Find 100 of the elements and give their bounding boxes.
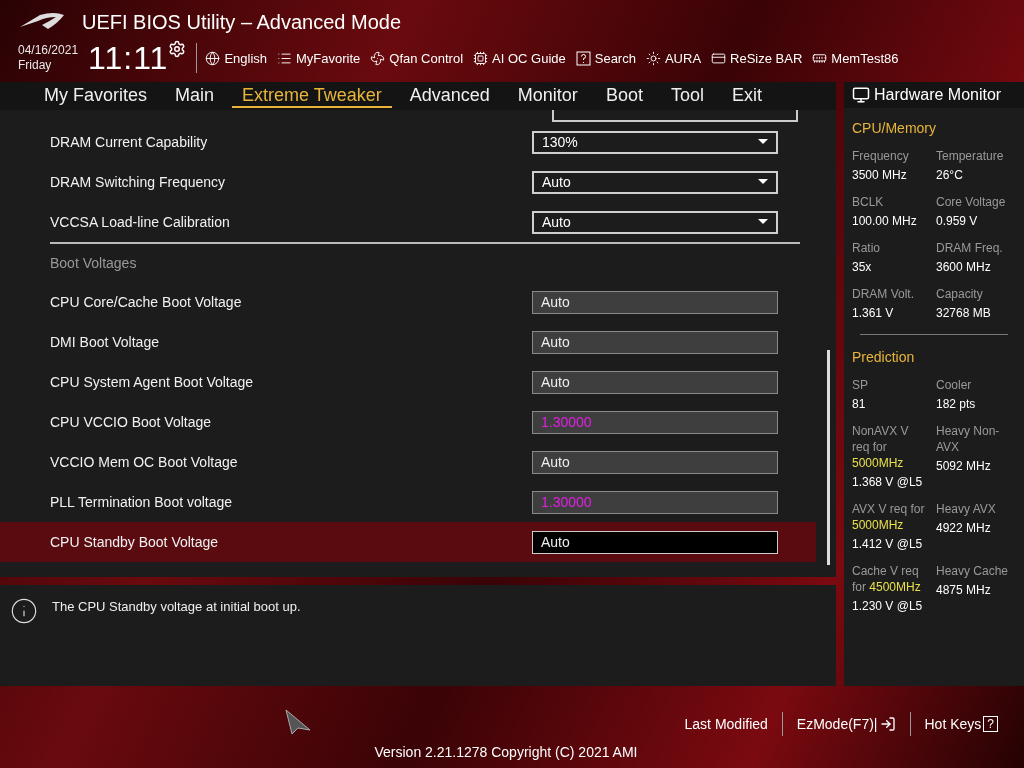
menu-tab[interactable]: Monitor	[507, 84, 588, 108]
stat-value: 0.959 V	[936, 214, 979, 228]
exit-icon	[879, 716, 896, 732]
menu-tab[interactable]: Advanced	[399, 84, 500, 108]
toolbar-button[interactable]: English	[205, 50, 268, 66]
info-icon	[10, 597, 38, 625]
setting-label: CPU System Agent Boot Voltage	[50, 374, 255, 390]
footer-link[interactable]: Last Modified	[670, 716, 782, 732]
settings-icon[interactable]	[168, 40, 187, 58]
toolbar-button[interactable]: MyFavorite	[277, 50, 361, 66]
dropdown-value: Auto	[542, 214, 571, 230]
version-text: Version 2.21.1278 Copyright (C) 2021 AMI	[374, 744, 638, 760]
stat-value: 100.00 MHz	[852, 214, 918, 228]
stat-value: 4922 MHz	[936, 521, 992, 535]
setting-row[interactable]: CPU Standby Boot Voltage Auto	[0, 522, 816, 562]
monitor-icon	[852, 86, 870, 104]
stat-value: 35x	[852, 260, 873, 274]
input-field[interactable]: Auto	[532, 330, 778, 354]
setting-row[interactable]: CPU Core/Cache Boot Voltage Auto	[0, 282, 816, 322]
stat-label: Heavy AVX	[936, 501, 997, 517]
setting-row[interactable]: CPU System Agent Boot Voltage Auto	[0, 362, 816, 402]
menu-tab[interactable]: Exit	[721, 84, 772, 108]
toolbar-button[interactable]: AURA	[645, 50, 702, 66]
dropdown-field[interactable]: Auto	[532, 210, 778, 234]
stat-value: 182 pts	[936, 397, 977, 411]
card-icon	[711, 50, 727, 66]
panel-title: Hardware Monitor	[874, 86, 1002, 104]
dropdown-value: 130%	[542, 134, 578, 150]
stat-label: Cache V req for 4500MHz	[852, 563, 922, 595]
input-field[interactable]: Auto	[532, 370, 778, 394]
setting-row[interactable]: DRAM Current Capability 130%	[0, 122, 816, 162]
pointer-icon	[284, 708, 312, 736]
stat-value: 1.361 V	[852, 306, 895, 320]
stat-value: 5092 MHz	[936, 459, 992, 473]
fan-icon	[370, 50, 386, 66]
menu-tab[interactable]: Boot	[595, 84, 653, 108]
input-field[interactable]: Auto	[532, 290, 778, 314]
setting-label: CPU Standby Boot Voltage	[50, 534, 220, 550]
setting-label: PLL Termination Boot voltage	[50, 494, 234, 510]
stat-value: 3600 MHz	[936, 260, 992, 274]
stat-label: Capacity	[936, 286, 984, 302]
menu-tab[interactable]: Main	[165, 84, 225, 108]
stat-label: Frequency	[852, 148, 910, 164]
menu-tab[interactable]: Extreme Tweaker	[232, 84, 392, 108]
setting-row[interactable]: VCCSA Load-line Calibration Auto	[0, 202, 816, 242]
stat-label: DRAM Volt.	[852, 286, 915, 302]
input-field[interactable]: Auto	[532, 530, 778, 554]
setting-row[interactable]: DMI Boot Voltage Auto	[0, 322, 816, 362]
day-text: Friday	[18, 58, 53, 73]
stat-value: 1.368 V @L5	[852, 475, 924, 489]
menu-tab[interactable]: My Favorites	[34, 84, 158, 108]
stat-label: Temperature	[936, 148, 1005, 164]
help-icon: ?	[983, 716, 998, 732]
menu-tab[interactable]: Tool	[660, 84, 714, 108]
toolbar-button[interactable]: AI OC Guide	[473, 50, 566, 66]
dropdown-field[interactable]: 130%	[532, 130, 778, 154]
setting-row[interactable]: PLL Termination Boot voltage 1.30000	[0, 482, 816, 522]
setting-row[interactable]: DRAM Switching Frequency Auto	[0, 162, 816, 202]
stat-label: Heavy Cache	[936, 563, 1010, 579]
setting-label: DRAM Switching Frequency	[50, 174, 227, 190]
chip-icon	[473, 50, 489, 66]
section-heading: Boot Voltages	[50, 255, 137, 271]
stat-label: NonAVX V req for 5000MHz	[852, 423, 910, 471]
input-field[interactable]: Auto	[532, 450, 778, 474]
toolbar-button[interactable]: MemTest86	[812, 50, 899, 66]
globe-icon	[205, 50, 221, 66]
stat-label: BCLK	[852, 194, 885, 210]
toolbar-button[interactable]: ReSize BAR	[711, 50, 803, 66]
toolbar-button[interactable]: Search	[575, 50, 636, 66]
dropdown-value: Auto	[542, 174, 571, 190]
footer-link[interactable]: Hot Keys ?	[910, 716, 1012, 732]
setting-label: CPU Core/Cache Boot Voltage	[50, 294, 243, 310]
setting-row[interactable]: CPU VCCIO Boot Voltage 1.30000	[0, 402, 816, 442]
light-icon	[645, 50, 661, 66]
window-title: UEFI BIOS Utility – Advanced Mode	[82, 10, 402, 34]
section-heading: Prediction	[852, 349, 916, 365]
stat-label: DRAM Freq.	[936, 240, 1004, 256]
stat-value: 3500 MHz	[852, 168, 908, 182]
section-heading: CPU/Memory	[852, 120, 937, 136]
date-text: 04/16/2021	[18, 43, 79, 58]
dropdown-field[interactable]: Auto	[532, 170, 778, 194]
stat-value: 4875 MHz	[936, 583, 992, 597]
dropdown-field[interactable]	[552, 110, 798, 122]
list-icon	[277, 50, 293, 66]
setting-label: DMI Boot Voltage	[50, 334, 160, 350]
setting-label: VCCIO Mem OC Boot Voltage	[50, 454, 239, 470]
footer-link[interactable]: EzMode(F7)|	[782, 716, 910, 732]
stat-label: AVX V req for 5000MHz	[852, 501, 926, 533]
toolbar-button[interactable]: Qfan Control	[370, 50, 464, 66]
setting-label: VCCSA Load-line Calibration	[50, 214, 231, 230]
stat-value: 1.412 V @L5	[852, 537, 924, 551]
clock-time: 11:11	[88, 39, 169, 77]
setting-label: CPU VCCIO Boot Voltage	[50, 414, 213, 430]
stat-label: Ratio	[852, 240, 881, 256]
search-icon	[575, 50, 591, 66]
stat-value: 81	[852, 397, 867, 411]
caret-icon	[758, 219, 768, 225]
scrollbar[interactable]	[827, 350, 830, 565]
setting-label: DRAM Current Capability	[50, 134, 209, 150]
setting-row[interactable]: VCCIO Mem OC Boot Voltage Auto	[0, 442, 816, 482]
